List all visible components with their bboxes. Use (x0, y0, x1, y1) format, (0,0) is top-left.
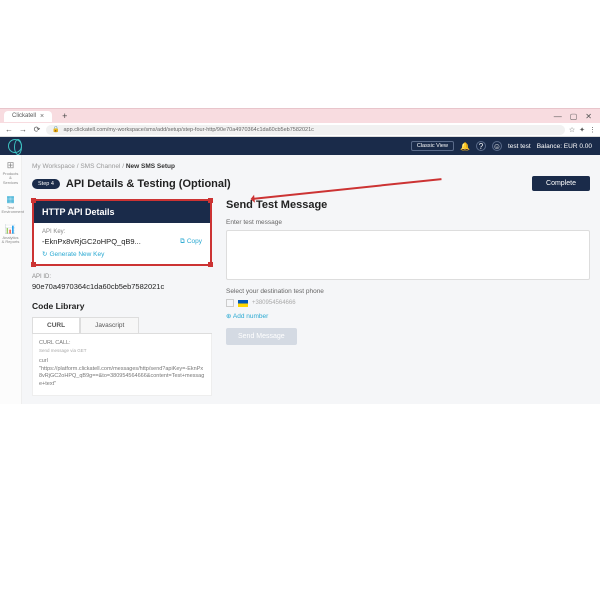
generate-key-link[interactable]: ↻ Generate New Key (42, 250, 202, 258)
logo-icon[interactable] (8, 139, 22, 153)
forward-button[interactable]: → (18, 125, 28, 134)
tab-curl[interactable]: CURL (32, 317, 80, 333)
message-label: Enter test message (226, 219, 590, 226)
bell-icon[interactable]: 🔔 (460, 141, 470, 151)
grid-icon: ⊞ (2, 161, 20, 171)
reload-button[interactable]: ⟳ (32, 125, 42, 134)
destination-label: Select your destination test phone (226, 288, 590, 295)
url-text: app.clickatell.com/my-workspace/sms/add/… (63, 127, 313, 133)
copy-icon: ⧉ (180, 238, 185, 246)
message-textarea[interactable] (226, 230, 590, 280)
copy-button[interactable]: ⧉ Copy (180, 238, 202, 246)
complete-button[interactable]: Complete (532, 176, 590, 191)
api-id-label: API ID: (32, 274, 212, 280)
flag-icon (238, 300, 248, 307)
api-id-value: 90e70a4970364c1da60cb5eb7582021c (32, 282, 212, 291)
refresh-icon: ↻ (42, 250, 47, 258)
help-icon[interactable]: ? (476, 141, 486, 151)
user-icon[interactable]: ☺ (492, 141, 502, 151)
step-badge: Step 4 (32, 179, 60, 189)
page-title: API Details & Testing (Optional) (66, 178, 231, 190)
crumb-sms-channel[interactable]: SMS Channel (80, 163, 120, 170)
tab-title: Clickatell (12, 113, 36, 119)
app-header: Classic View 🔔 ? ☺ test test Balance: EU… (0, 137, 600, 155)
rail-test-env[interactable]: ▦ Test Environment (2, 195, 20, 215)
api-key-label: API Key: (42, 229, 202, 235)
chart-icon: 📊 (2, 225, 20, 235)
menu-icon[interactable]: ⋮ (589, 126, 596, 134)
phone-checkbox[interactable] (226, 299, 234, 307)
balance-label: Balance: EUR 0.00 (537, 143, 592, 150)
code-snippet: CURL CALL: Send message via GET curl "ht… (32, 334, 212, 396)
star-icon[interactable]: ☆ (569, 126, 575, 134)
extension-icon[interactable]: ✦ (579, 126, 585, 134)
new-tab-button[interactable]: + (58, 111, 71, 121)
annotation-arrow (252, 178, 441, 200)
crumb-workspace[interactable]: My Workspace (32, 163, 75, 170)
minimize-icon[interactable]: — (554, 112, 562, 121)
rail-products[interactable]: ⊞ Products & Services (2, 161, 20, 185)
close-window-icon[interactable]: ✕ (585, 112, 592, 121)
plus-circle-icon: ⊕ (226, 313, 231, 320)
breadcrumb: My Workspace / SMS Channel / New SMS Set… (32, 163, 590, 170)
user-name: test test (508, 143, 531, 150)
tab-close-icon[interactable]: × (40, 113, 44, 120)
left-rail: ⊞ Products & Services ▦ Test Environment… (0, 155, 22, 404)
send-message-button[interactable]: Send Message (226, 328, 297, 345)
classic-view-button[interactable]: Classic View (411, 141, 454, 151)
api-key-value: -EknPx8vRjGC2oHPQ_qB9... (42, 237, 180, 246)
phone-option[interactable]: +380954564666 (226, 299, 590, 307)
maximize-icon[interactable]: ▢ (570, 112, 578, 121)
address-bar[interactable]: 🔒 app.clickatell.com/my-workspace/sms/ad… (46, 125, 565, 135)
send-test-title: Send Test Message (226, 199, 590, 211)
api-details-header: HTTP API Details (34, 201, 210, 223)
phone-number: +380954564666 (252, 300, 296, 306)
rail-analytics[interactable]: 📊 Analytics & Reports (2, 225, 20, 245)
back-button[interactable]: ← (4, 125, 14, 134)
api-details-box: HTTP API Details API Key: -EknPx8vRjGC2o… (32, 199, 212, 266)
tab-javascript[interactable]: Javascript (80, 317, 139, 333)
lock-icon: 🔒 (52, 126, 59, 133)
crumb-current: New SMS Setup (126, 163, 175, 170)
browser-tab[interactable]: Clickatell × (4, 111, 52, 122)
code-library-title: Code Library (32, 301, 212, 311)
test-icon: ▦ (2, 195, 20, 205)
add-number-link[interactable]: ⊕ Add number (226, 312, 268, 320)
